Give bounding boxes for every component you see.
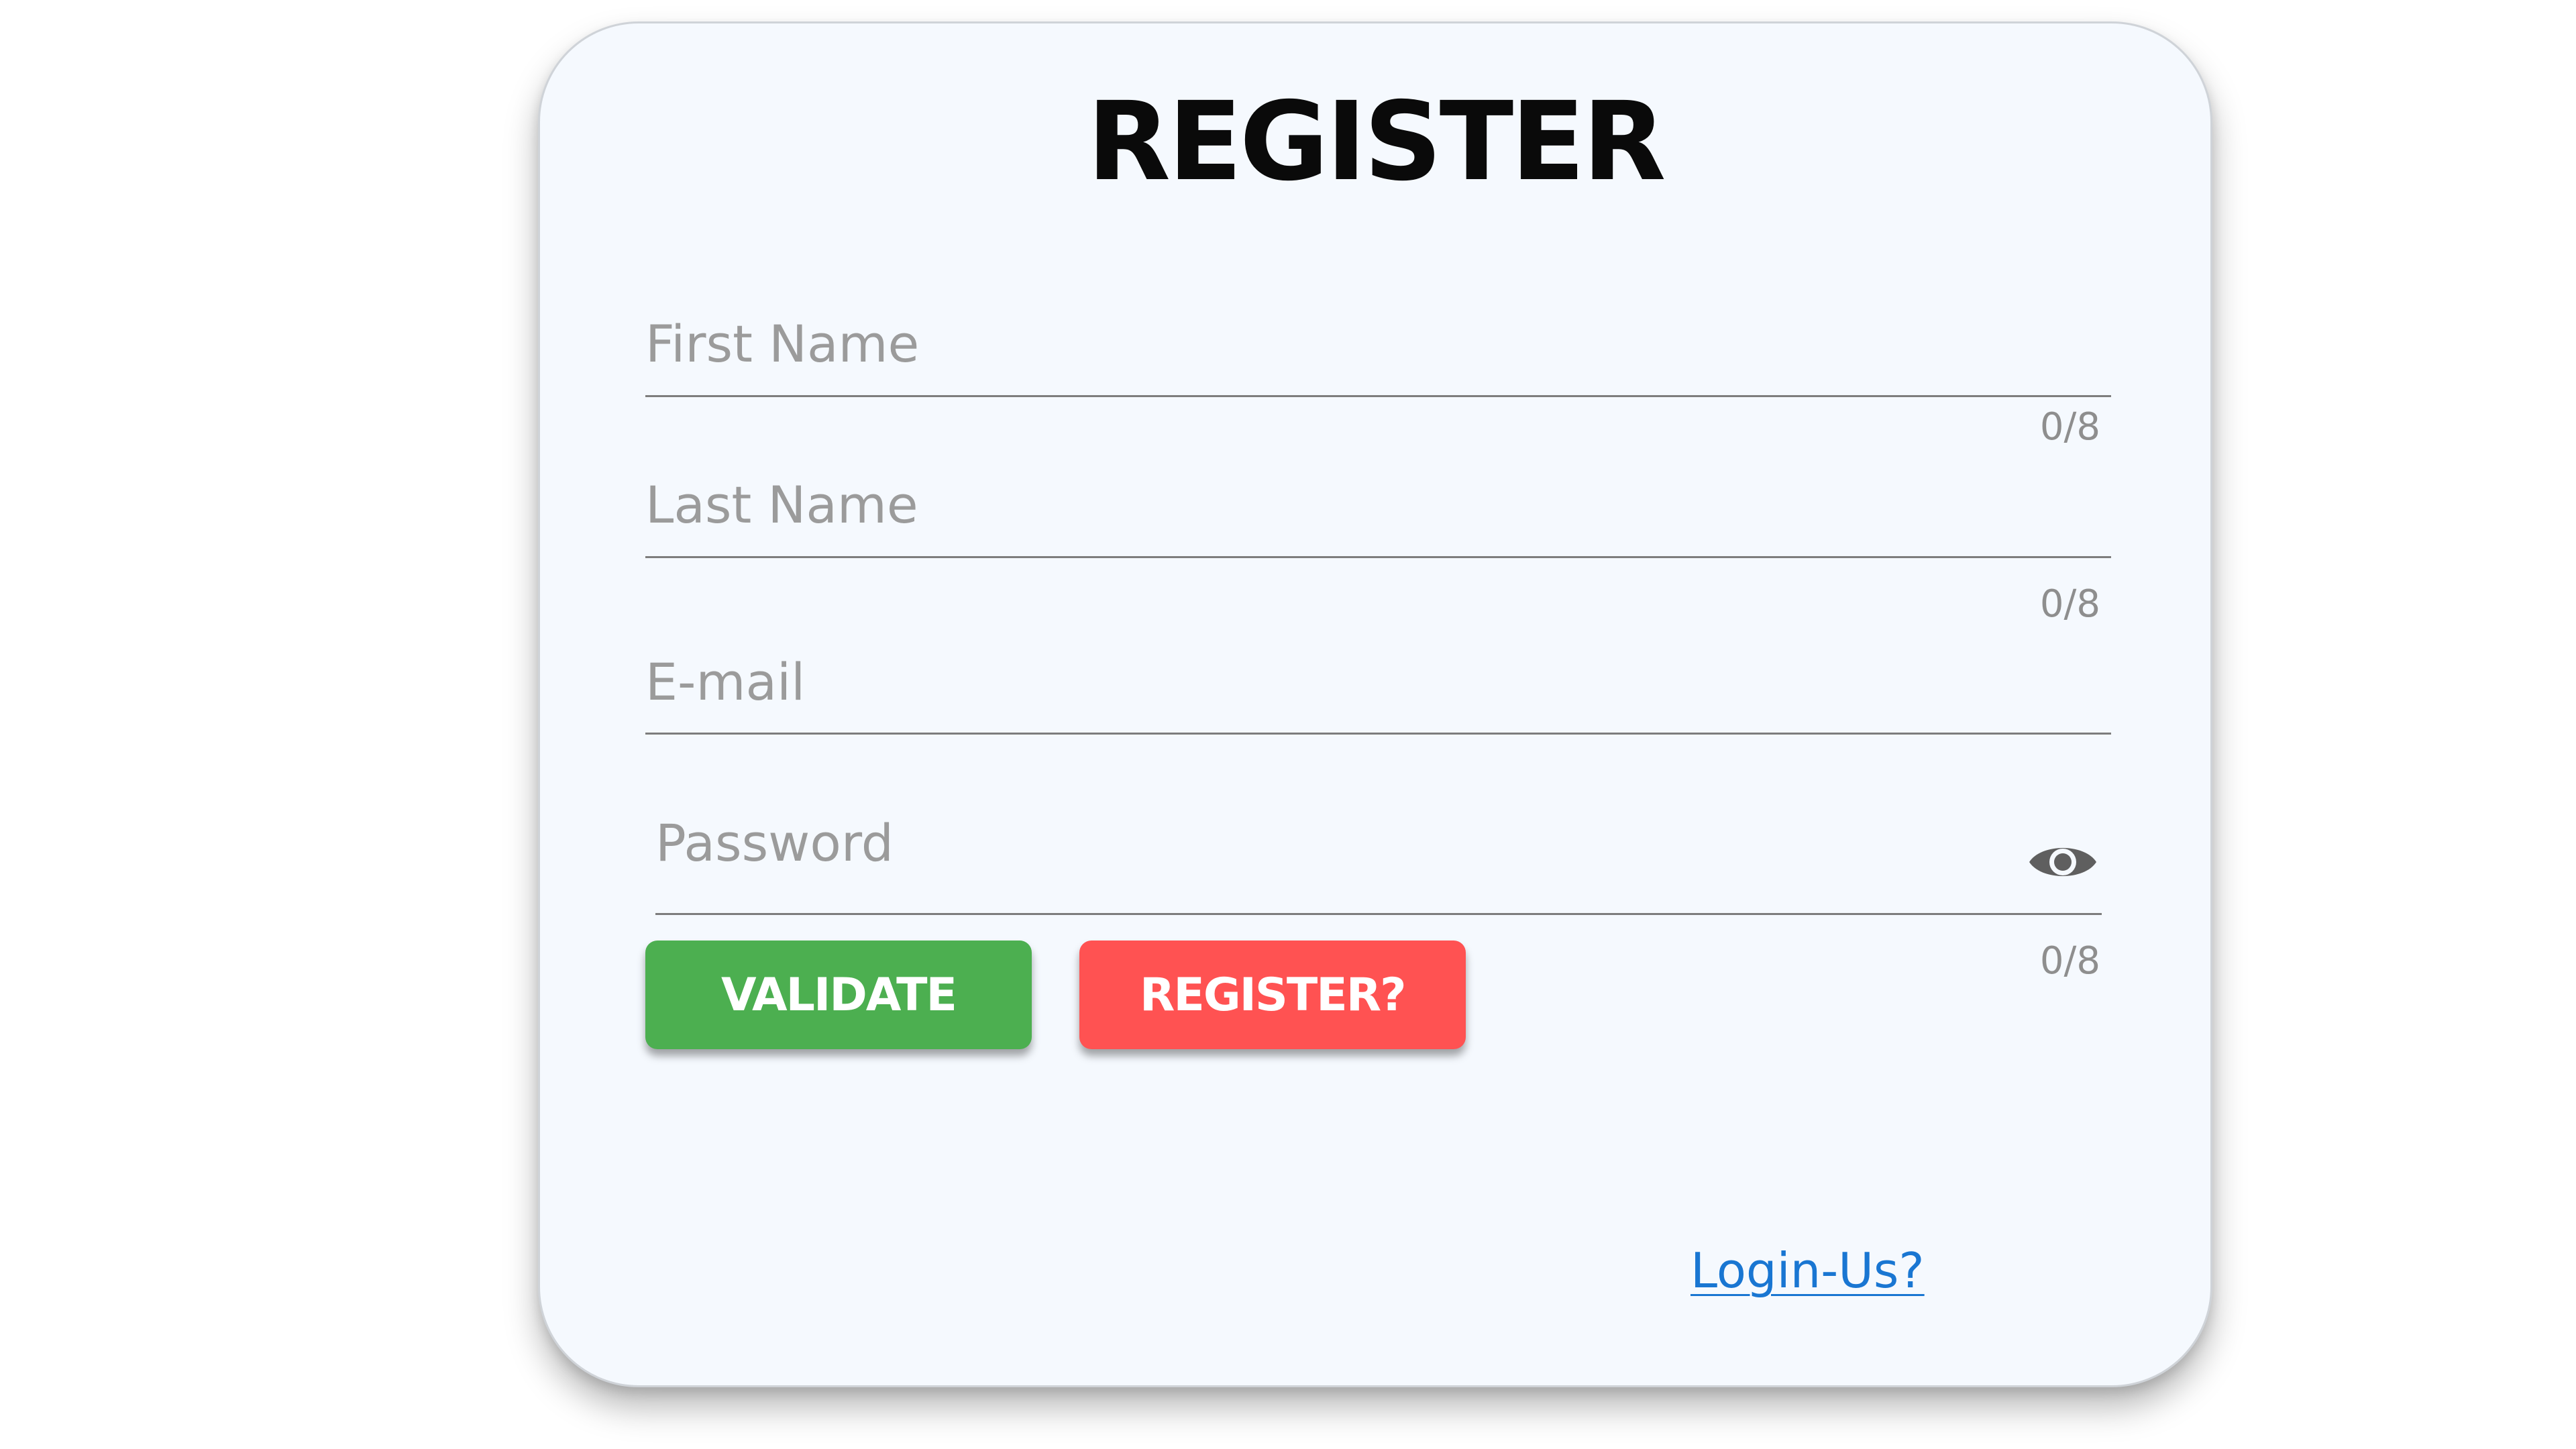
last-name-placeholder: Last Name <box>645 475 918 535</box>
register-button[interactable]: REGISTER? <box>1079 941 1466 1049</box>
first-name-placeholder: First Name <box>645 314 920 374</box>
last-name-underline <box>645 556 2111 558</box>
password-field[interactable]: Password <box>655 812 2102 920</box>
eye-icon[interactable] <box>2027 839 2099 885</box>
password-counter: 0/8 <box>2039 939 2100 983</box>
last-name-field[interactable]: Last Name <box>645 474 2111 561</box>
email-field[interactable]: E-mail <box>645 651 2111 739</box>
last-name-counter: 0/8 <box>2039 582 2100 626</box>
email-placeholder: E-mail <box>645 652 806 712</box>
password-underline <box>655 913 2102 915</box>
register-card: REGISTER First Name 0/8 Last Name 0/8 E-… <box>538 21 2212 1387</box>
password-placeholder: Password <box>655 813 894 873</box>
first-name-counter: 0/8 <box>2039 405 2100 449</box>
form-title: REGISTER <box>1087 79 1666 205</box>
login-link[interactable]: Login-Us? <box>1690 1242 1925 1299</box>
first-name-underline <box>645 395 2111 397</box>
email-underline <box>645 733 2111 735</box>
first-name-field[interactable]: First Name <box>645 313 2111 400</box>
validate-button[interactable]: VALIDATE <box>645 941 1032 1049</box>
